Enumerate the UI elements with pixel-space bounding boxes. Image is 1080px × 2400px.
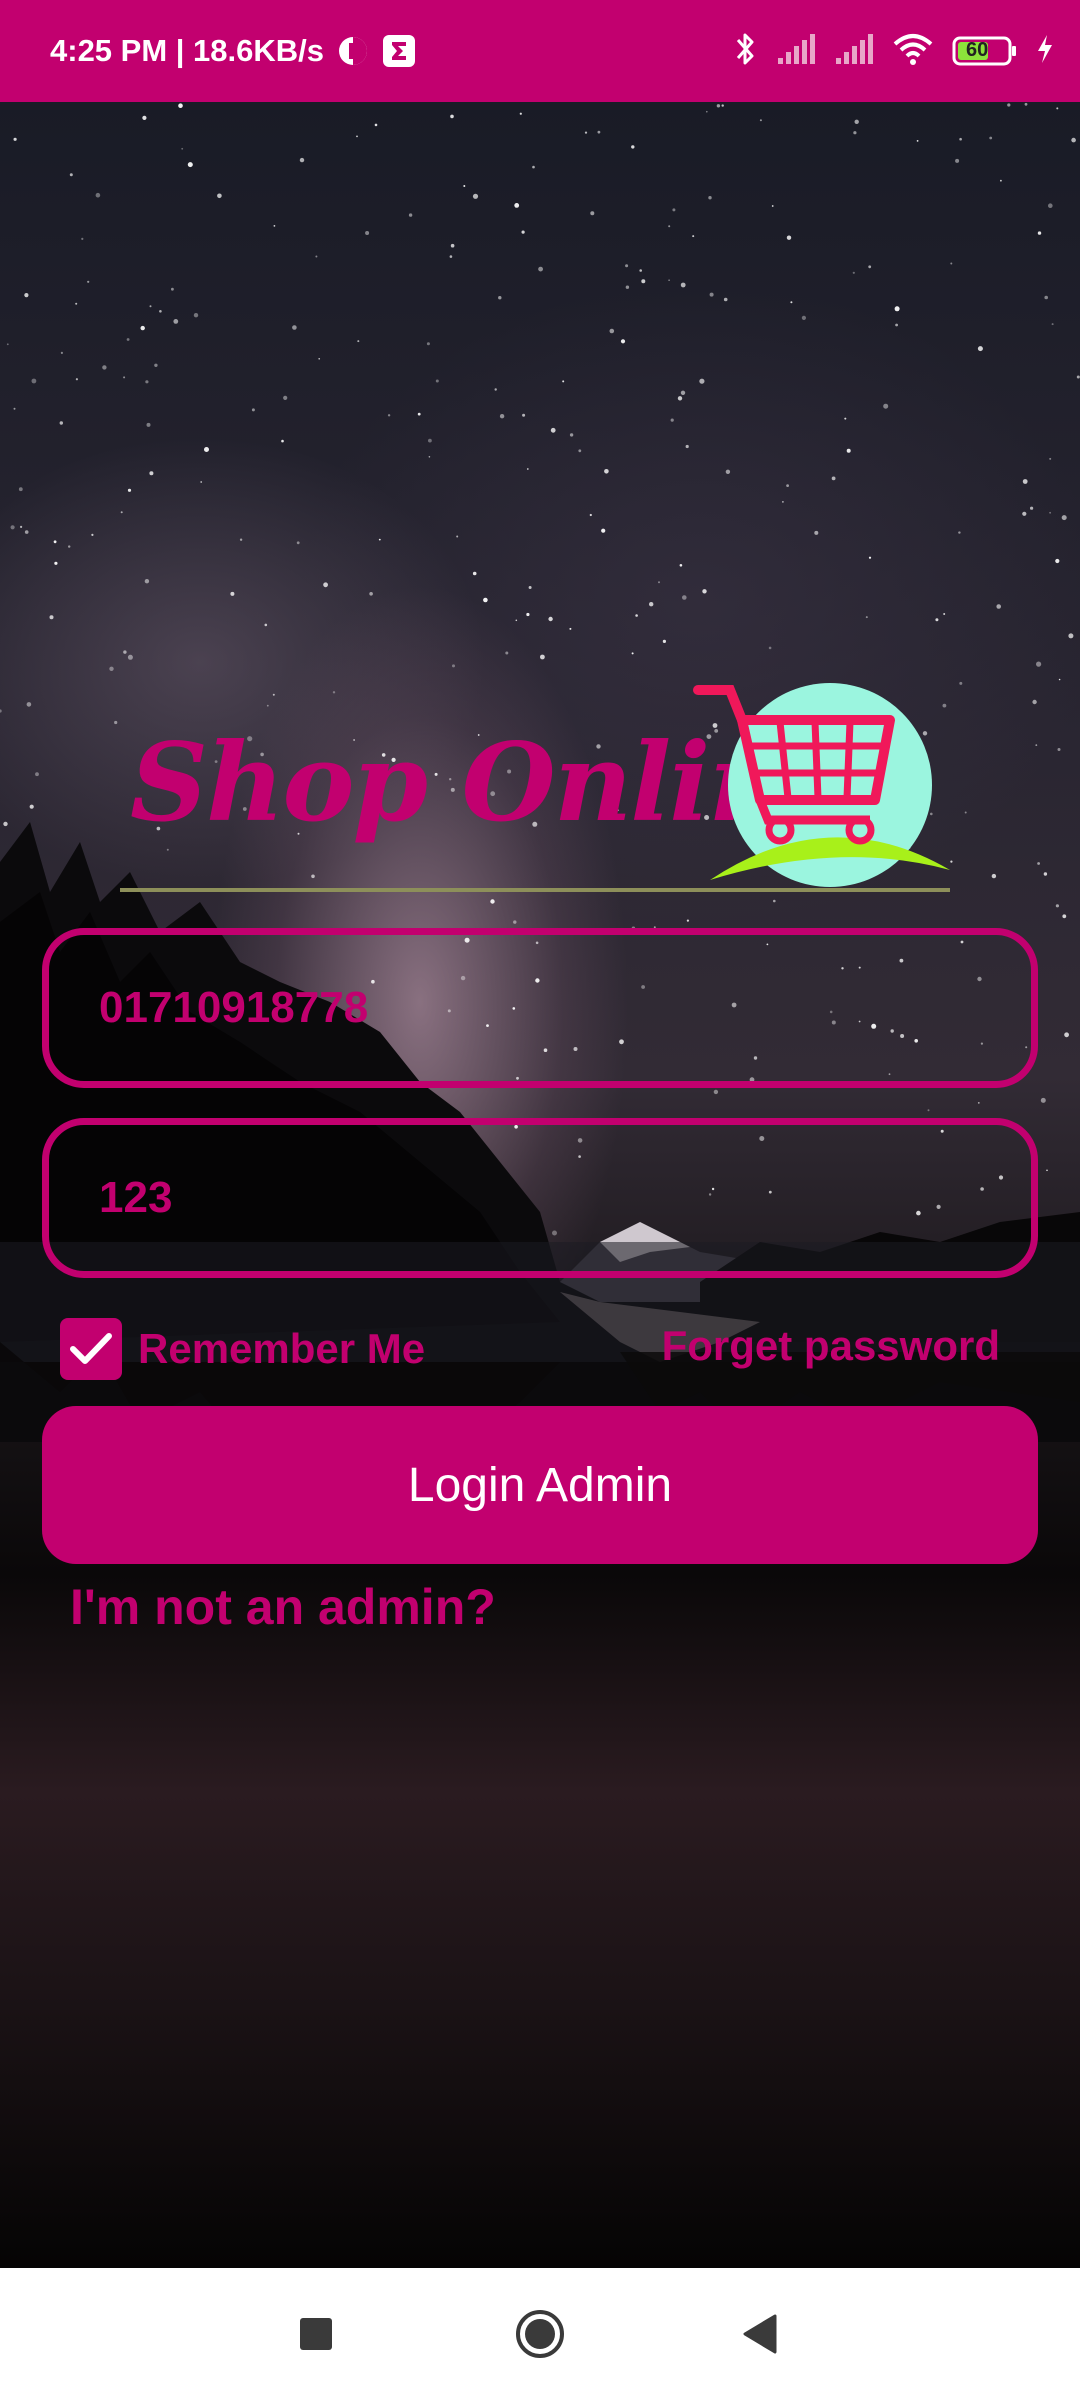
- battery-level: 60: [966, 39, 989, 61]
- recents-square-icon: [300, 2318, 332, 2350]
- shopping-cart-icon: [693, 683, 950, 887]
- charging-icon: [1036, 33, 1054, 70]
- forget-password-link[interactable]: Forget password: [662, 1322, 1000, 1370]
- bluetooth-icon: [734, 30, 758, 73]
- wifi-icon: [892, 32, 934, 71]
- phone-input[interactable]: [49, 935, 1031, 1081]
- check-icon: [70, 1333, 112, 1364]
- login-admin-label: Login Admin: [407, 1458, 673, 1512]
- remember-me-label[interactable]: Remember Me: [138, 1325, 425, 1373]
- remember-me-checkbox[interactable]: [60, 1318, 122, 1380]
- home-button[interactable]: [480, 2268, 600, 2400]
- remember-me-row[interactable]: Remember Me: [60, 1318, 425, 1380]
- battery-icon: 60: [952, 35, 1018, 67]
- back-button[interactable]: [700, 2268, 820, 2400]
- back-triangle-icon: [743, 2314, 777, 2354]
- password-input[interactable]: [49, 1125, 1031, 1271]
- navigation-bar: [0, 2268, 1080, 2400]
- data-saver-icon: [336, 34, 370, 68]
- signal-icon: [834, 32, 874, 71]
- status-left: 4:25 PM | 18.6KB/s: [50, 0, 416, 102]
- home-circle-icon: [516, 2310, 564, 2358]
- recents-button[interactable]: [256, 2268, 376, 2400]
- time-and-speed: 4:25 PM | 18.6KB/s: [50, 33, 325, 68]
- login-admin-button[interactable]: Login Admin: [42, 1406, 1038, 1564]
- phone-field[interactable]: [42, 928, 1038, 1088]
- shop-online-logo: Shop Online: [120, 680, 960, 900]
- status-right: 60: [734, 0, 1054, 102]
- sigma-app-icon: [382, 34, 416, 68]
- login-screen: 4:25 PM | 18.6KB/s 60 Shop Online 017109…: [0, 0, 1080, 2400]
- password-field[interactable]: [42, 1118, 1038, 1278]
- not-admin-link[interactable]: I'm not an admin?: [70, 1578, 496, 1636]
- signal-icon: [776, 32, 816, 71]
- status-bar: 4:25 PM | 18.6KB/s 60: [0, 0, 1080, 102]
